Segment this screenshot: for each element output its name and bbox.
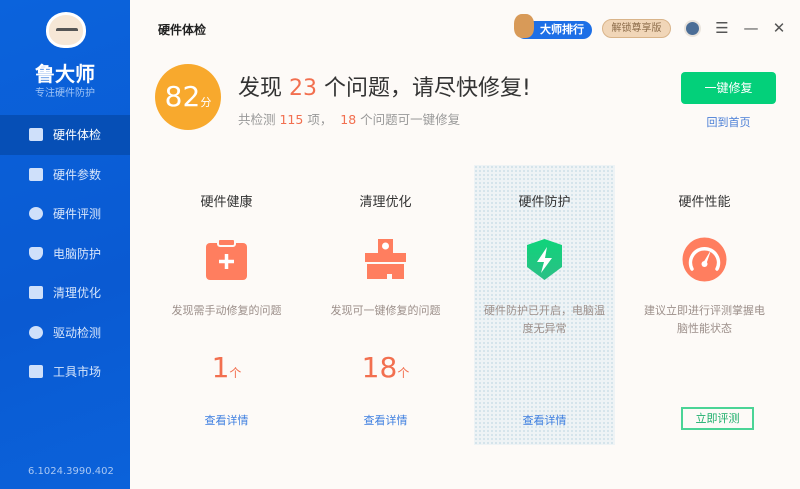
score-badge: 82分: [155, 64, 221, 130]
card-desc: 建议立即进行评测掌握电脑性能状态: [644, 304, 765, 335]
page-title: 硬件体检: [158, 23, 207, 37]
minimize-button[interactable]: —: [742, 19, 760, 37]
medical-kit-icon: [206, 238, 247, 280]
score-value: 82: [164, 80, 201, 113]
sidebar-item-label: 电脑防护: [53, 246, 102, 261]
shield-icon: [29, 246, 43, 260]
card-title: 硬件防护: [518, 195, 571, 210]
gauge-icon: [29, 207, 43, 221]
monitor-icon: [29, 128, 43, 142]
logo-slogan: 专注硬件防护: [35, 88, 95, 99]
headline-text: 个问题，请尽快修复!: [317, 76, 531, 101]
evaluate-now-button[interactable]: 立即评测: [681, 407, 754, 430]
card-cleanup: 清理优化 发现可一键修复的问题 18个 查看详情: [315, 165, 456, 445]
sidebar-item-label: 硬件评测: [53, 207, 102, 222]
sidebar-item-label: 驱动检测: [53, 325, 102, 340]
card-desc: 发现需手动修复的问题: [171, 304, 282, 317]
headline-text: 发现: [238, 76, 289, 101]
sidebar-item-label: 工具市场: [53, 365, 102, 380]
logo-icon: [46, 12, 86, 48]
card-desc: 发现可一键修复的问题: [330, 304, 441, 317]
menu-icon[interactable]: ☰: [713, 19, 731, 37]
brush-icon: [365, 239, 406, 279]
sidebar-item-driver[interactable]: 驱动检测: [0, 313, 130, 353]
sidebar-item-tools[interactable]: 工具市场: [0, 352, 130, 392]
view-details-link[interactable]: 查看详情: [315, 412, 456, 428]
summary-text: 项，: [303, 112, 341, 127]
issue-count: 23: [289, 76, 317, 101]
sidebar: 鲁大师 专注硬件防护 硬件体检 硬件参数 硬件评测 电脑防护 清理优化 驱动检测…: [0, 0, 130, 489]
count-unit: 个: [229, 366, 242, 380]
sidebar-item-protection[interactable]: 电脑防护: [0, 234, 130, 274]
sidebar-item-label: 清理优化: [53, 286, 102, 301]
count-unit: 个: [397, 366, 410, 380]
summary-text: 个问题可一键修复: [356, 112, 461, 127]
toolbox-icon: [29, 365, 43, 379]
view-details-link[interactable]: 查看详情: [474, 412, 615, 428]
card-hardware-protection: 硬件防护 硬件防护已开启，电脑温度无异常 查看详情: [474, 165, 615, 445]
fixable-count: 18: [340, 112, 357, 127]
score-unit: 分: [200, 96, 212, 109]
headline: 发现 23 个问题，请尽快修复!: [238, 70, 531, 102]
trophy-icon: [514, 14, 534, 38]
version-text: 6.1024.3990.402: [28, 466, 114, 477]
speedometer-icon: [682, 237, 727, 282]
rank-label: 大师排行: [540, 23, 584, 36]
card-title: 硬件健康: [200, 195, 253, 210]
sidebar-item-label: 硬件参数: [53, 167, 102, 182]
card-title: 清理优化: [359, 195, 412, 210]
shield-bolt-icon: [527, 239, 562, 280]
home-link[interactable]: 回到首页: [681, 114, 776, 130]
close-button[interactable]: ✕: [770, 19, 788, 37]
card-hardware-health: 硬件健康 发现需手动修复的问题 1个 查看详情: [156, 165, 297, 445]
view-details-link[interactable]: 查看详情: [156, 412, 297, 428]
card-performance: 硬件性能 建议立即进行评测掌握电脑性能状态 立即评测: [634, 165, 775, 445]
check-summary: 共检测 115 项， 18 个问题可一键修复: [238, 109, 460, 128]
rank-button[interactable]: 大师排行: [514, 14, 592, 39]
summary-text: 共检测: [238, 112, 280, 127]
sidebar-item-hardware-params[interactable]: 硬件参数: [0, 155, 130, 195]
card-count: 1个: [156, 351, 297, 384]
sidebar-item-benchmark[interactable]: 硬件评测: [0, 194, 130, 234]
count-value: 18: [361, 351, 398, 384]
sidebar-item-hardware-check[interactable]: 硬件体检: [0, 115, 130, 155]
checked-count: 115: [279, 112, 304, 127]
card-title: 硬件性能: [678, 195, 731, 210]
sidebar-item-label: 硬件体检: [53, 128, 102, 143]
brush-icon: [29, 286, 43, 300]
avatar[interactable]: [684, 20, 701, 37]
list-icon: [29, 167, 43, 181]
vip-button[interactable]: 解锁尊享版: [602, 19, 671, 38]
logo-name: 鲁大师: [35, 62, 95, 86]
count-value: 1: [211, 351, 230, 384]
one-click-fix-button[interactable]: 一键修复: [681, 72, 776, 104]
sidebar-nav: 硬件体检 硬件参数 硬件评测 电脑防护 清理优化 驱动检测 工具市场: [0, 115, 130, 392]
card-count: 18个: [315, 351, 456, 384]
gear-icon: [29, 325, 43, 339]
card-desc: 硬件防护已开启，电脑温度无异常: [484, 304, 605, 335]
sidebar-item-cleanup[interactable]: 清理优化: [0, 273, 130, 313]
